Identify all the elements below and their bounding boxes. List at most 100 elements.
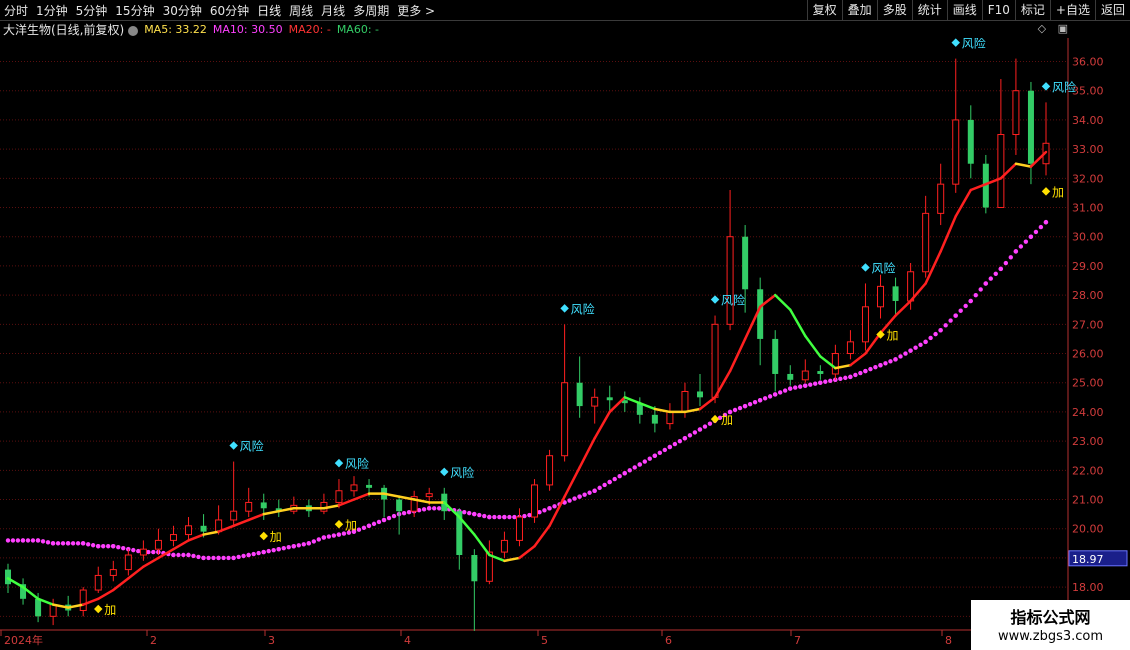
ma60-dot [186,552,191,558]
ma60-dot [898,354,903,359]
ma60-dot [808,382,813,387]
ma5-segment [1014,162,1033,168]
candle-body [94,574,102,591]
stock-title[interactable]: 大洋生物(日线,前复权) [0,21,124,38]
period-tab-2[interactable]: 5分钟 [72,2,112,19]
signal-risk-label: 风险 [1052,79,1076,94]
ma60-dot [697,427,703,432]
action-button-5[interactable]: F10 [981,0,1015,20]
period-tab-1[interactable]: 1分钟 [32,2,72,19]
gear-icon[interactable] [128,25,139,36]
ma60-dot [85,542,91,547]
action-button-7[interactable]: +自选 [1049,0,1095,20]
y-tick-label: 26.00 [1072,348,1104,361]
ma60-dot [281,545,286,551]
signal-risk-label: 风险 [571,301,595,316]
ma60-dot [391,513,397,519]
ma60-dot [206,555,211,561]
ma60-dot [622,471,627,476]
ma60-dot [547,506,552,511]
ma60-dot [311,539,317,544]
period-tab-4[interactable]: 30分钟 [159,2,206,19]
candle-body [154,539,162,550]
ma60-dot [848,374,853,380]
ma5-segment [172,539,190,551]
period-tab-8[interactable]: 月线 [317,2,349,19]
ma60-dot [868,366,873,372]
ma60-dot [597,485,602,491]
ma5-segment [728,337,747,373]
candle-body [245,501,253,512]
candle-body [169,534,177,541]
ma60-dot [181,552,186,558]
signal-marker [560,304,569,313]
ma60-dot [702,424,708,429]
period-tab-6[interactable]: 日线 [253,2,285,19]
ma60-dot [993,271,998,277]
watermark-title: 指标公式网 [1010,608,1091,627]
candlestick-chart: 36.00 35.00 34.00 33.00 32.00 31.00 30.00 29.00… [0,38,1128,650]
action-button-8[interactable]: 返回 [1094,0,1130,20]
ma60-dot [742,403,748,409]
period-tab-0[interactable]: 分时 [0,2,32,19]
ma60-dot [201,555,206,561]
period-tab-10[interactable]: 更多 > [393,2,439,19]
ma60-dot [958,308,963,313]
ma60-dot [983,281,989,286]
candle-body [651,414,658,424]
x-tick-label: 8 [945,634,952,647]
ma60-dot [266,548,271,554]
action-button-2[interactable]: 多股 [876,0,912,20]
ma60-dot [527,512,532,518]
ma60-dot [301,542,306,547]
ma5-segment [563,466,581,498]
ma60-dot [15,538,21,543]
ma5-segment [142,556,160,568]
ma60-dot [386,515,392,521]
ma60-dot [427,506,432,511]
candle-body [697,391,703,398]
ma60-dot [978,287,983,292]
ma5-segment [518,544,536,560]
candle-body [666,411,674,425]
ma60-dot [366,523,372,528]
candle-body [109,569,117,576]
ma60-dot [572,496,577,501]
ma60-dot [923,339,928,345]
ma60-dot [752,400,758,405]
period-tab-9[interactable]: 多周期 [349,2,393,19]
ma60-dot [632,465,637,470]
y-tick-label: 35.00 [1072,85,1104,98]
ma60-dot [662,447,667,453]
action-button-1[interactable]: 叠加 [841,0,877,20]
diamond-icon[interactable]: ◇ [1038,22,1046,35]
period-tab-3[interactable]: 15分钟 [111,2,158,19]
action-button-3[interactable]: 统计 [911,0,947,20]
ma60-dot [998,266,1004,272]
ma60-dot [853,372,858,378]
ma60-dot [25,538,31,543]
ma60-dot [813,381,818,386]
ma60-dot [40,539,46,544]
ma5-segment [97,588,115,601]
ma60-dot [1023,239,1029,244]
ma60-dot [1038,224,1044,230]
ma60-dot [101,544,106,549]
ma60-dot [326,534,332,539]
ma60-dot [356,527,362,532]
y-tick-label: 24.00 [1072,406,1104,419]
action-button-4[interactable]: 画线 [946,0,982,20]
period-tab-5[interactable]: 60分钟 [206,2,253,19]
ma60-dot [567,498,572,503]
ma60-dot [316,537,321,542]
action-button-0[interactable]: 复权 [806,0,842,20]
window-toggle-icon[interactable]: ▣ [1058,22,1068,35]
action-button-6[interactable]: 标记 [1014,0,1050,20]
ma5-segment [548,495,566,528]
x-tick-label: 7 [794,634,801,647]
ma5-segment [112,577,130,592]
ma60-dot [296,543,301,548]
period-tab-7[interactable]: 周线 [285,2,317,19]
ma60-dot [777,390,783,395]
ma60-dot [677,438,683,444]
